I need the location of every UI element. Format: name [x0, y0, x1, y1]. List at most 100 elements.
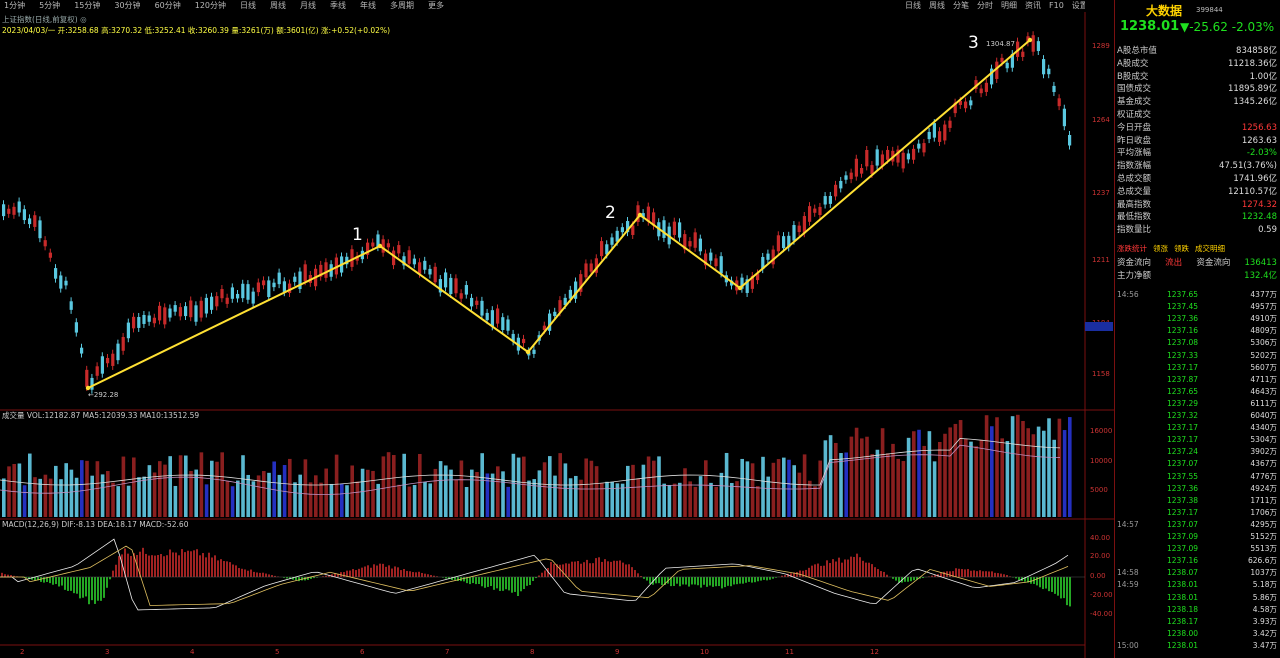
tick-price: 1238.00: [1167, 628, 1199, 638]
volume-bar: [854, 427, 859, 517]
candle: [189, 300, 193, 318]
volume-bar: [69, 469, 74, 517]
candle: [230, 287, 234, 299]
candle: [839, 180, 843, 189]
panel-tab-1[interactable]: 领涨: [1153, 243, 1168, 255]
volume-bar: [12, 463, 16, 517]
macd-axis-label: 40.00: [1090, 534, 1110, 542]
volume-bar: [256, 475, 261, 517]
volume-bar: [532, 479, 536, 517]
volume-bar: [1068, 417, 1072, 517]
candle: [236, 293, 240, 299]
tick-row: 1237.08 5306万: [1117, 337, 1277, 348]
quote-row-label: 最高指数: [1117, 199, 1152, 210]
quote-row: 总成交额 1741.96亿: [1117, 174, 1277, 185]
tick-time: [1117, 592, 1167, 603]
quote-row: A股总市值 834858亿: [1117, 46, 1277, 57]
flow-label: 资金流向: [1117, 258, 1152, 268]
price-axis-label: 1237: [1092, 189, 1110, 197]
main-net-row: 主力净额 132.4亿: [1117, 271, 1277, 282]
candle: [152, 317, 156, 324]
volume-bar: [886, 453, 890, 517]
candle: [2, 204, 6, 217]
tick-time: [1117, 495, 1167, 506]
candle: [132, 316, 136, 329]
tick-volume: 1037万: [1250, 568, 1277, 578]
candle: [1042, 59, 1046, 75]
volume-bar: [626, 465, 630, 517]
elliott-wave-line: [87, 39, 1031, 389]
index-name: 大数据: [1146, 4, 1183, 18]
volume-bar: [990, 426, 994, 517]
candle: [901, 152, 905, 169]
volume-bar: [366, 469, 370, 517]
candle: [1052, 85, 1056, 93]
tick-time: [1117, 507, 1167, 518]
tick-price: 1238.01: [1167, 592, 1199, 602]
tick-row: 1237.87 4711万: [1117, 374, 1277, 385]
candle: [802, 216, 806, 234]
tick-row: 1237.16 4809万: [1117, 325, 1277, 336]
tick-price: 1237.09: [1167, 532, 1199, 541]
volume-axis-label: 10000: [1090, 457, 1112, 465]
volume-bar: [329, 483, 334, 517]
volume-bar: [506, 486, 510, 517]
tick-row: 1237.45 4957万: [1117, 301, 1277, 312]
tick-price: 1237.38: [1167, 495, 1199, 505]
candle: [17, 201, 21, 213]
volume-bar: [106, 471, 110, 517]
quote-row-label: 基金成交: [1117, 97, 1152, 108]
tick-volume: 3.47万: [1252, 640, 1277, 650]
tick-price: 1238.01: [1167, 580, 1199, 590]
candle: [272, 282, 276, 288]
volume-bar: [802, 454, 807, 517]
volume-bar: [641, 464, 646, 517]
tick-time: [1117, 374, 1167, 385]
quote-row: 国债成交 11895.89亿: [1117, 84, 1277, 95]
candle: [860, 167, 864, 174]
candle: [38, 220, 42, 239]
tick-volume: 5607万: [1250, 362, 1277, 372]
tick-row: 1237.17 5304万: [1117, 434, 1277, 445]
volume-bar: [901, 461, 906, 517]
tick-row: 14:56 1237.65 4377万: [1117, 289, 1277, 300]
tick-volume: 4643万: [1250, 386, 1277, 396]
quote-row-label: 今日开盘: [1117, 122, 1152, 133]
panel-tabs: 涨跌统计 领涨 领跌 成交明细: [1117, 243, 1277, 255]
tick-volume: 3.93万: [1252, 616, 1277, 626]
volume-bar: [782, 457, 786, 517]
tick-price: 1237.36: [1167, 483, 1199, 493]
candle: [215, 296, 219, 307]
change-value: ▼-25.62: [1180, 20, 1228, 34]
candle: [522, 338, 526, 344]
quote-row: 指数量比 0.59: [1117, 225, 1277, 236]
volume-bar: [241, 455, 245, 517]
tick-price: 1237.24: [1167, 447, 1199, 457]
volume-bar: [308, 482, 313, 517]
volume-bar: [386, 452, 391, 517]
panel-tab-2[interactable]: 领跌: [1174, 243, 1189, 255]
tick-time: [1117, 483, 1167, 494]
volume-bar: [1021, 421, 1025, 517]
index-change: ▼-25.62 -2.03%: [1180, 20, 1274, 34]
volume-bar: [761, 456, 765, 517]
candle: [282, 281, 286, 293]
volume-bar: [132, 457, 136, 517]
price-axis-label: 1211: [1092, 256, 1110, 264]
panel-tab-3[interactable]: 成交明细: [1195, 243, 1225, 255]
kline-chart-area[interactable]: 1289126412371211118411581600010000500040…: [0, 0, 1114, 658]
candle: [277, 272, 281, 285]
candle: [303, 264, 307, 282]
tick-row: 1237.32 6040万: [1117, 410, 1277, 421]
volume-bar: [33, 477, 37, 517]
tick-row: 1237.07 4367万: [1117, 458, 1277, 469]
tick-row: 1237.33 5202万: [1117, 350, 1277, 361]
tick-volume: 6040万: [1250, 411, 1277, 420]
volume-bar: [542, 462, 547, 517]
candle: [927, 131, 931, 140]
tick-price: 1238.17: [1167, 616, 1199, 626]
time-axis-label: 9: [615, 648, 619, 656]
quote-row-value: 11218.36亿: [1227, 58, 1277, 69]
tick-time: [1117, 313, 1167, 324]
panel-tab-0[interactable]: 涨跌统计: [1117, 243, 1147, 255]
